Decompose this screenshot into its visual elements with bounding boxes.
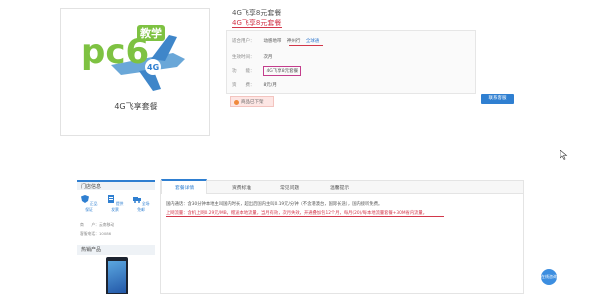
detail-underline (166, 216, 444, 217)
user-type-option[interactable]: 动感地带 (263, 39, 281, 44)
tab-faq[interactable]: 常见问题 (280, 184, 299, 191)
info-row-users: 适合用户： 动感地带 神州行 全球通 (232, 39, 320, 44)
tab-package-details[interactable]: 套餐详情 (175, 184, 194, 191)
merchant-line: 商 户：云南移动 (80, 222, 115, 227)
package-option[interactable]: 4G飞享8元套餐 (263, 66, 302, 76)
hot-product-phone-image[interactable] (106, 257, 128, 294)
hot-products-heading: 热销产品 (77, 245, 155, 255)
details-content (160, 194, 524, 294)
product-page: 4G pc6 教学 4G飞享套餐 4G飞享8元套餐 4G飞享8元套餐 适合用户：… (0, 0, 600, 294)
product-image-caption: 4G飞享套餐 (114, 102, 158, 111)
service-icons: 正品保证 提供发票 全场免邮 (77, 192, 155, 216)
product-image-box: 4G pc6 教学 4G飞享套餐 (60, 8, 210, 136)
tab-tips[interactable]: 温馨提示 (330, 184, 349, 191)
info-row-fee: 资 费： 8元/月 (232, 83, 277, 88)
info-row-effective: 生效时间： 次月 (232, 55, 273, 60)
genuine-guarantee-item: 正品保证 (79, 195, 99, 213)
svg-text:教学: 教学 (139, 26, 162, 40)
pc6-logo-icon: 4G pc6 教学 (81, 25, 185, 91)
info-row-function: 功 能： 4G飞享8元套餐 (232, 66, 302, 76)
store-info-heading: 门店信息 (77, 180, 155, 190)
contact-service-button[interactable]: 联系客服 (481, 94, 514, 104)
users-underline (289, 45, 323, 46)
warning-icon (234, 100, 239, 105)
online-chat-button[interactable]: 在线咨询 (541, 269, 557, 285)
mouse-cursor-icon (560, 150, 568, 160)
user-type-option[interactable]: 神州行 (287, 39, 301, 44)
product-title: 4G飞享8元套餐 (232, 9, 282, 17)
invoice-icon (107, 195, 114, 203)
invoice-item: 提供发票 (105, 195, 125, 213)
free-shipping-item: 全场免邮 (131, 195, 151, 213)
tab-fee-standard[interactable]: 资费标准 (232, 184, 251, 191)
status-badge: 商品已下架 (230, 96, 274, 107)
title-underline (232, 27, 282, 28)
service-phone-line: 客服电话：10086 (80, 231, 112, 236)
detail-line-call: 国内通话：含30分钟本地主叫国内时长，超出后国内主叫0.19元/分钟（不含港澳台… (166, 202, 383, 207)
shield-icon (80, 195, 89, 203)
user-type-option[interactable]: 全球通 (306, 39, 320, 44)
truck-icon (132, 197, 141, 203)
